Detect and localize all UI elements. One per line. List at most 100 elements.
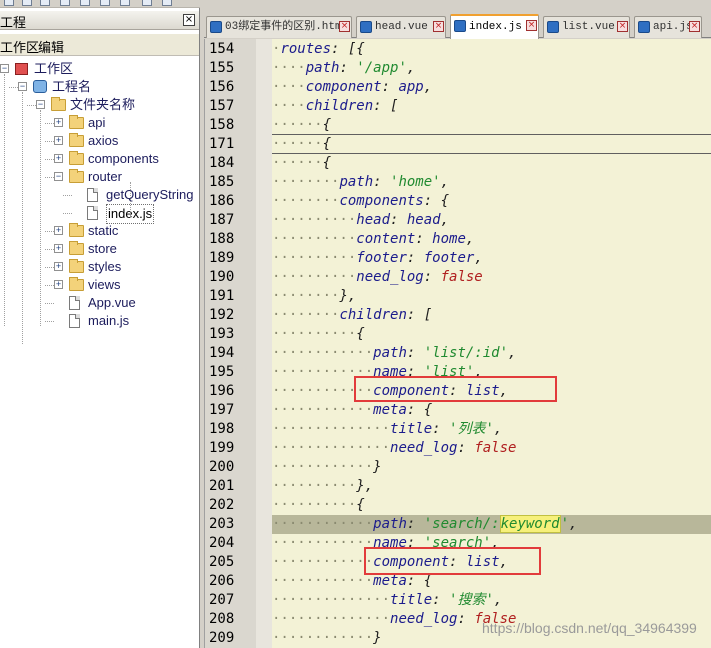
code-line[interactable]: ············path: 'search/:keyword', <box>272 515 711 534</box>
tree-item-static[interactable]: + static <box>0 222 199 240</box>
tree-item-[interactable]: − 文件夹名称 <box>0 96 199 114</box>
workspace-icon <box>15 63 28 75</box>
tree-item-label: getQueryString <box>106 187 194 202</box>
tree-item-router[interactable]: − router <box>0 168 199 186</box>
tree-connector <box>45 321 54 322</box>
toolbar-copy-icon[interactable] <box>100 0 110 6</box>
code-line[interactable]: ··········footer: footer, <box>272 249 711 268</box>
tree-item-[interactable]: − 工程名 <box>0 78 199 96</box>
code-line[interactable]: ··········need_log: false <box>272 268 711 287</box>
menu-edit[interactable]: 编辑 <box>38 37 64 56</box>
code-line[interactable]: ········path: 'home', <box>272 173 711 192</box>
tree-item-views[interactable]: + views <box>0 276 199 294</box>
code-line[interactable]: ··············title: '搜索', <box>272 591 711 610</box>
tree-connector <box>45 303 54 304</box>
collapse-icon[interactable]: − <box>18 82 27 91</box>
expand-icon[interactable]: + <box>54 280 63 289</box>
toolbar-paste-icon[interactable] <box>120 0 130 6</box>
tab-head-vue[interactable]: head.vue × <box>356 16 446 38</box>
expand-icon[interactable]: + <box>54 118 63 127</box>
close-icon[interactable]: × <box>689 21 700 32</box>
collapse-icon[interactable]: − <box>0 64 9 73</box>
tab-03-html[interactable]: 03绑定事件的区别.html × <box>206 16 352 38</box>
line-number: 184 <box>209 155 235 171</box>
code-token: } <box>373 459 382 475</box>
code-line[interactable]: ····children: [ <box>272 97 711 116</box>
toolbar-open-icon[interactable] <box>22 0 32 6</box>
toolbar-new-icon[interactable] <box>40 0 50 6</box>
code-token: head <box>406 212 441 228</box>
code-line[interactable]: ··········}, <box>272 477 711 496</box>
collapse-icon[interactable]: − <box>36 100 45 109</box>
close-icon[interactable]: × <box>526 20 537 31</box>
expand-icon[interactable]: + <box>54 154 63 163</box>
tree-item-api[interactable]: + api <box>0 114 199 132</box>
code-line[interactable]: ····path: '/app', <box>272 59 711 78</box>
indent-dots: ············ <box>272 345 374 361</box>
code-token: home <box>432 231 466 247</box>
close-icon[interactable]: × <box>183 14 195 26</box>
code-token: false <box>440 269 483 285</box>
panel-menu-bar: 工作区 编辑 <box>0 34 199 56</box>
tree-item-main-js[interactable]: main.js <box>0 312 199 330</box>
close-icon[interactable]: × <box>433 21 444 32</box>
toolbar-save-icon[interactable] <box>4 0 14 6</box>
tree-item-index-js[interactable]: index.js <box>0 204 199 224</box>
code-line[interactable]: ··············title: '列表', <box>272 420 711 439</box>
toolbar-cut-icon[interactable] <box>80 0 90 6</box>
indent-dots: ·········· <box>272 326 357 342</box>
code-line[interactable]: ········}, <box>272 287 711 306</box>
tab-index-js[interactable]: index.js × <box>450 14 539 39</box>
tree-item-store[interactable]: + store <box>0 240 199 258</box>
tree-item-[interactable]: − 工作区 <box>0 60 199 78</box>
code-line[interactable]: ············meta: { <box>272 401 711 420</box>
toolbar-print-icon[interactable] <box>60 0 70 6</box>
expand-icon[interactable]: + <box>54 244 63 253</box>
expand-icon[interactable]: + <box>54 226 63 235</box>
code-token: path <box>305 60 340 76</box>
code-line[interactable]: ··········{ <box>272 325 711 344</box>
line-number: 195 <box>209 364 235 380</box>
tree-item-app-vue[interactable]: App.vue <box>0 294 199 312</box>
code-line[interactable]: ··············need_log: false <box>272 439 711 458</box>
code-line[interactable]: ····component: app, <box>272 78 711 97</box>
code-line[interactable]: ············} <box>272 458 711 477</box>
menu-workspace[interactable]: 工作区 <box>0 37 39 56</box>
tab-api-js[interactable]: api.js × <box>634 16 702 38</box>
tree-item-label: static <box>88 223 119 238</box>
indent-dots: ·············· <box>272 421 391 437</box>
code-token: path <box>373 516 407 532</box>
code-line[interactable]: ········components: { <box>272 192 711 211</box>
collapse-icon[interactable]: − <box>54 172 63 181</box>
code-line[interactable]: ············path: 'list/:id', <box>272 344 711 363</box>
tree-item-styles[interactable]: + styles <box>0 258 199 276</box>
tree-item-label: components <box>88 151 159 166</box>
toolbar-redo-icon[interactable] <box>162 0 172 6</box>
tree-item-axios[interactable]: + axios <box>0 132 199 150</box>
tree-connector <box>27 105 36 106</box>
expand-icon[interactable]: + <box>54 262 63 271</box>
code-line[interactable]: ······{ <box>272 116 711 135</box>
code-line[interactable]: ······{ <box>272 135 711 154</box>
toolbar-undo-icon[interactable] <box>142 0 152 6</box>
folder-icon <box>69 277 84 291</box>
code-line[interactable]: ··········{ <box>272 496 711 515</box>
indent-dots: ·········· <box>272 269 357 285</box>
code-line[interactable]: ·routes: [{ <box>272 40 711 59</box>
tree-item-label: styles <box>88 259 122 274</box>
indent-dots: ·········· <box>272 231 357 247</box>
code-line[interactable]: ········children: [ <box>272 306 711 325</box>
tree-item-components[interactable]: + components <box>0 150 199 168</box>
close-icon[interactable]: × <box>339 21 350 32</box>
close-icon[interactable]: × <box>617 21 628 32</box>
code-token: meta <box>373 573 407 589</box>
code-line[interactable]: ··········content: home, <box>272 230 711 249</box>
code-line[interactable]: ··········head: head, <box>272 211 711 230</box>
code-token: children <box>339 307 407 323</box>
line-number: 201 <box>209 478 235 494</box>
tree-item-getquerystring[interactable]: getQueryString <box>0 186 199 204</box>
code-line[interactable]: ······{ <box>272 154 711 173</box>
tab-list-vue[interactable]: list.vue × <box>543 16 630 38</box>
expand-icon[interactable]: + <box>54 136 63 145</box>
highlight-box-list-component <box>354 376 557 402</box>
